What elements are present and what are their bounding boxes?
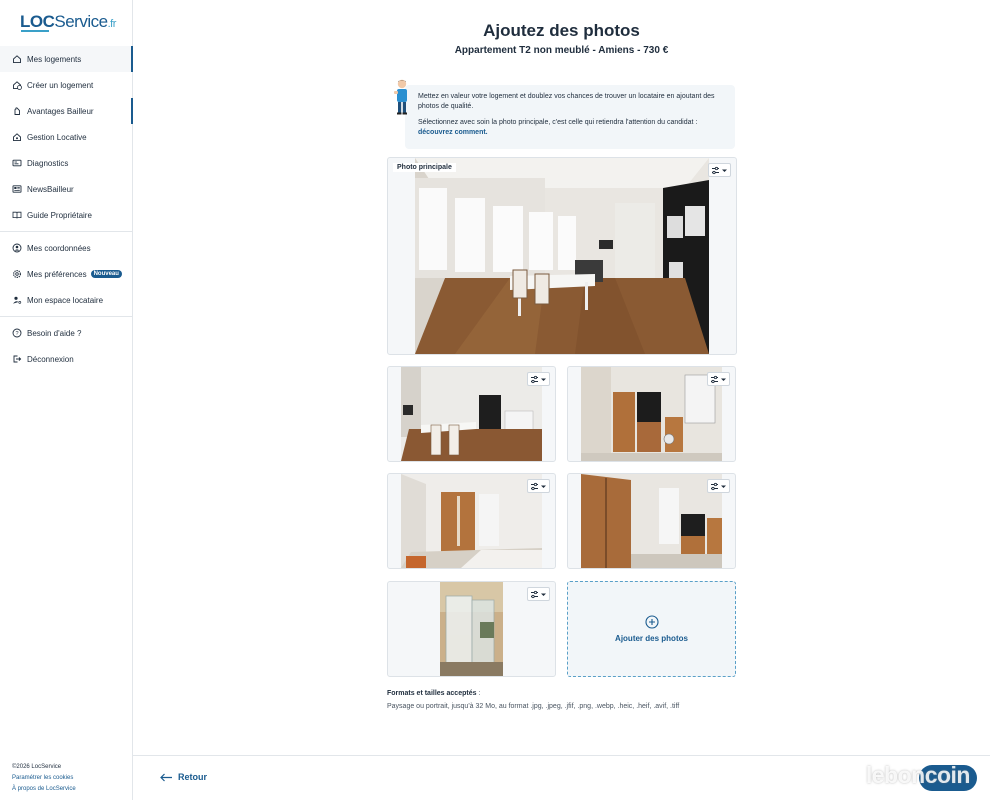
photo-options-button[interactable]: [707, 479, 730, 493]
back-button[interactable]: Retour: [160, 772, 207, 782]
page-title: Ajoutez des photos: [483, 21, 640, 40]
svg-text:?: ?: [15, 331, 18, 337]
sliders-icon: [710, 375, 726, 383]
new-badge: Nouveau: [90, 270, 122, 278]
sidebar-item-guide-proprietaire[interactable]: Guide Propriétaire: [0, 202, 133, 228]
logo-underline: [21, 30, 49, 32]
photo-card[interactable]: [567, 473, 736, 569]
id-card-icon: [12, 158, 22, 168]
bottom-bar: Retour leboncoin: [133, 755, 990, 800]
gear-icon: [12, 269, 22, 279]
hand-icon: [12, 106, 22, 116]
sidebar-item-label: Guide Propriétaire: [27, 210, 92, 220]
user-key-icon: [12, 295, 22, 305]
sidebar-item-avantages-bailleur[interactable]: Avantages Bailleur: [0, 98, 133, 124]
sidebar-item-label: Gestion Locative: [27, 132, 87, 142]
photo-card[interactable]: [567, 366, 736, 462]
advice-text-1: Mettez en valeur votre logement et doubl…: [418, 93, 715, 110]
advice-box: Mettez en valeur votre logement et doubl…: [405, 85, 735, 149]
main-photo-tag: Photo principale: [393, 163, 456, 172]
arrow-left-icon: [160, 773, 172, 781]
user-circle-icon: [12, 243, 22, 253]
help-icon: ?: [12, 328, 22, 338]
leboncoin-watermark: leboncoin: [865, 762, 971, 788]
photo-options-button[interactable]: [527, 372, 550, 386]
sidebar-item-label: Mes préférences: [27, 269, 87, 279]
sidebar-item-label: Mon espace locataire: [27, 295, 104, 305]
sidebar-item-creer-logement[interactable]: Créer un logement: [0, 72, 133, 98]
sidebar-item-deconnexion[interactable]: Déconnexion: [0, 346, 133, 372]
copyright-text: ©2026 LocService: [12, 764, 62, 770]
sidebar-item-label: Besoin d'aide ?: [27, 328, 82, 338]
sidebar-item-label: Créer un logement: [27, 80, 94, 90]
sidebar-item-newsbailleur[interactable]: NewsBailleur: [0, 176, 133, 202]
sliders-icon: [530, 482, 546, 490]
formats-info: Formats et tailles acceptés : Paysage ou…: [387, 687, 679, 713]
mascot-illustration: [394, 79, 407, 115]
sidebar-item-label: NewsBailleur: [27, 184, 74, 194]
sliders-icon: [710, 482, 726, 490]
sidebar: LOCService.fr Mes logements Créer un log…: [0, 0, 133, 800]
sidebar-item-label: Mes coordonnées: [27, 243, 91, 253]
discover-link[interactable]: découvrez comment.: [418, 129, 488, 136]
photo-options-button[interactable]: [708, 163, 731, 177]
sidebar-item-mes-coordonnees[interactable]: Mes coordonnées: [0, 235, 133, 261]
sidebar-item-label: Avantages Bailleur: [27, 106, 94, 116]
about-link[interactable]: À propos de LocService: [12, 784, 76, 795]
sidebar-divider: [0, 231, 133, 232]
sidebar-item-diagnostics[interactable]: Diagnostics: [0, 150, 133, 176]
kitchen-photo: [581, 367, 722, 461]
sidebar-item-label: Diagnostics: [27, 158, 69, 168]
sliders-icon: [711, 166, 727, 174]
sidebar-item-label: Mes logements: [27, 54, 82, 64]
newspaper-icon: [12, 184, 22, 194]
logout-icon: [12, 354, 22, 364]
photo-card[interactable]: [387, 581, 556, 677]
sidebar-footer: ©2026 LocService Paramétrer les cookies …: [12, 762, 76, 795]
photo-options-button[interactable]: [527, 479, 550, 493]
listing-subtitle: Appartement T2 non meublé - Amiens - 730…: [454, 45, 669, 56]
photo-card[interactable]: [387, 473, 556, 569]
formats-text: Paysage ou portrait, jusqu'à 32 Mo, au f…: [387, 703, 680, 710]
sidebar-item-besoin-aide[interactable]: ? Besoin d'aide ?: [0, 320, 133, 346]
sidebar-item-mes-preferences[interactable]: Mes préférences Nouveau: [0, 261, 133, 287]
home-plus-icon: [12, 80, 22, 90]
sidebar-item-gestion-locative[interactable]: Gestion Locative: [0, 124, 133, 150]
home-icon: [12, 54, 22, 64]
living-room-photo: [415, 158, 709, 354]
bedroom-photo: [401, 474, 542, 568]
locservice-logo[interactable]: LOCService.fr: [20, 12, 116, 32]
bathroom-photo: [440, 582, 503, 676]
sidebar-item-label: Déconnexion: [27, 354, 74, 364]
sidebar-nav: Mes logements Créer un logement Avantage…: [0, 46, 133, 372]
photo-card[interactable]: [387, 366, 556, 462]
photo-options-button[interactable]: [707, 372, 730, 386]
cookies-link[interactable]: Paramétrer les cookies: [12, 773, 76, 784]
book-icon: [12, 210, 22, 220]
dining-area-photo: [401, 367, 542, 461]
back-label: Retour: [178, 772, 207, 782]
advice-text-2: Sélectionnez avec soin la photo principa…: [418, 119, 698, 136]
main-content: Ajoutez des photos Appartement T2 non me…: [133, 0, 990, 755]
sidebar-item-mes-logements[interactable]: Mes logements: [0, 46, 133, 72]
home-key-icon: [12, 132, 22, 142]
add-photos-label: Ajouter des photos: [615, 634, 688, 643]
photo-options-button[interactable]: [527, 587, 550, 601]
main-photo-card[interactable]: Photo principale: [387, 157, 737, 355]
sliders-icon: [530, 375, 546, 383]
sliders-icon: [530, 590, 546, 598]
wardrobe-photo: [581, 474, 722, 568]
sidebar-divider: [0, 316, 133, 317]
plus-circle-icon: [644, 615, 659, 629]
add-photos-dropzone[interactable]: Ajouter des photos: [567, 581, 736, 677]
sidebar-item-espace-locataire[interactable]: Mon espace locataire: [0, 287, 133, 313]
formats-title: Formats et tailles acceptés: [387, 690, 477, 697]
